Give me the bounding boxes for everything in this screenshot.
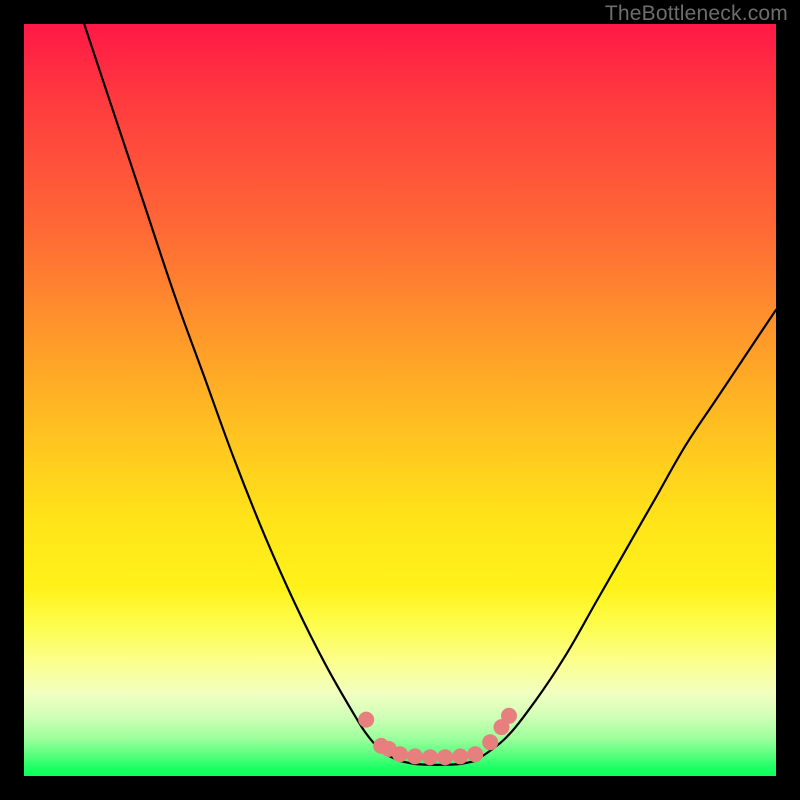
chart-marker bbox=[501, 708, 517, 724]
chart-marker bbox=[358, 712, 374, 728]
curve-left-branch bbox=[84, 24, 400, 761]
marker-group bbox=[358, 708, 517, 765]
chart-frame: TheBottleneck.com bbox=[0, 0, 800, 800]
curve-group bbox=[84, 24, 776, 765]
chart-marker bbox=[407, 748, 423, 764]
chart-marker bbox=[422, 749, 438, 765]
chart-marker bbox=[452, 748, 468, 764]
chart-marker bbox=[392, 746, 408, 762]
chart-marker bbox=[437, 749, 453, 765]
watermark-text: TheBottleneck.com bbox=[605, 2, 788, 26]
chart-marker bbox=[482, 734, 498, 750]
curve-right-branch bbox=[475, 310, 776, 761]
chart-marker bbox=[467, 746, 483, 762]
chart-svg-overlay bbox=[0, 0, 800, 800]
